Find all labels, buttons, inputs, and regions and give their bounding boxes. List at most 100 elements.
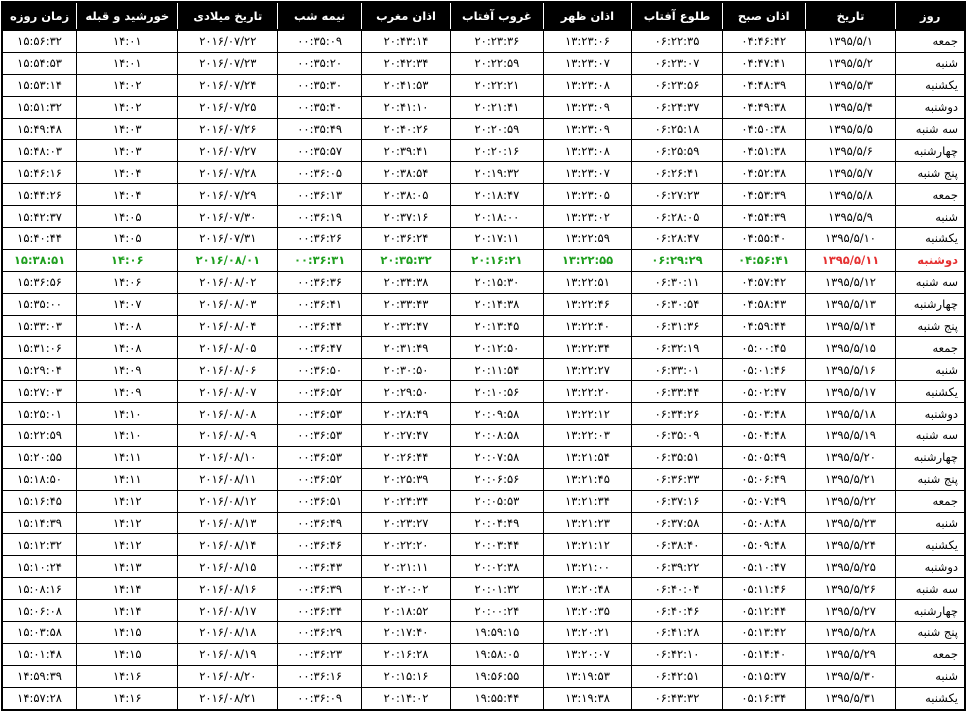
cell-sunrise: ۰۶:۳۵:۰۹: [631, 424, 723, 447]
cell-day-length: ۱۵:۲۷:۰۳: [1, 380, 78, 404]
cell-maghrib: ۲۰:۳۲:۴۷: [360, 314, 452, 338]
cell-midnight: ۰۰:۳۵:۵۷: [277, 139, 362, 163]
cell-sunset: ۲۰:۲۲:۲۱: [450, 73, 544, 97]
table-row: پنج شنبه ۱۳۹۵/۵/۲۸ ۰۵:۱۳:۴۲ ۰۶:۴۱:۲۸ ۱۳:۲۰:۲…: [1, 621, 966, 644]
cell-maghrib: ۲۰:۳۶:۲۴: [360, 227, 452, 250]
table-body: جمعه ۱۳۹۵/۵/۱ ۰۴:۴۶:۴۲ ۰۶:۲۲:۳۵ ۱۳:۲۳:۰۶ ۲۰:۲…: [1, 29, 966, 711]
cell-day: شنبه: [895, 51, 966, 75]
cell-sunrise: ۰۶:۴۰:۴۶: [631, 599, 723, 623]
cell-maghrib: ۲۰:۱۷:۴۰: [360, 621, 452, 644]
cell-gregorian-date: ۲۰۱۶/۰۷/۲۸: [177, 161, 279, 185]
cell-day: دوشنبه: [895, 248, 966, 272]
cell-sunset: ۲۰:۲۲:۵۹: [450, 51, 544, 75]
cell-maghrib: ۲۰:۱۶:۲۸: [360, 642, 452, 666]
cell-gregorian-date: ۲۰۱۶/۰۸/۲۱: [177, 686, 279, 711]
table-row: یکشنبه ۱۳۹۵/۵/۲۴ ۰۵:۰۹:۴۸ ۰۶:۳۸:۴۰ ۱۳:۲۱:۱۲ ۲…: [1, 533, 966, 557]
cell-maghrib: ۲۰:۴۳:۱۴: [360, 29, 452, 53]
cell-qibla-sun: ۱۴:۰۷: [76, 292, 179, 316]
cell-day: سه شنبه: [895, 424, 966, 447]
col-header-gregorian-date: تاریخ میلادی: [177, 2, 278, 31]
cell-fajr: ۰۴:۵۲:۳۸: [721, 161, 806, 185]
cell-solar-date: ۱۳۹۵/۵/۱۰: [804, 227, 897, 250]
cell-day: چهارشنبه: [895, 599, 966, 623]
cell-dhuhr: ۱۳:۲۲:۵۵: [542, 248, 633, 272]
cell-solar-date: ۱۳۹۵/۵/۲۵: [804, 555, 897, 579]
table-row: یکشنبه ۱۳۹۵/۵/۳۱ ۰۵:۱۶:۳۴ ۰۶:۴۳:۳۲ ۱۳:۱۹:۳۸ ۱…: [1, 686, 966, 711]
table-row: دوشنبه ۱۳۹۵/۵/۱۸ ۰۵:۰۳:۴۸ ۰۶:۳۴:۲۶ ۱۳:۲۲:۱۲ ۲…: [1, 402, 966, 426]
cell-qibla-sun: ۱۴:۱۲: [76, 533, 179, 557]
cell-dhuhr: ۱۳:۲۲:۴۰: [542, 314, 633, 338]
cell-midnight: ۰۰:۳۶:۴۶: [277, 533, 362, 557]
cell-qibla-sun: ۱۴:۱۳: [76, 555, 179, 579]
cell-fajr: ۰۵:۱۴:۴۰: [721, 642, 806, 666]
cell-fajr: ۰۵:۰۰:۴۵: [721, 336, 806, 360]
cell-solar-date: ۱۳۹۵/۵/۱۳: [804, 292, 897, 316]
table-row: جمعه ۱۳۹۵/۵/۲۲ ۰۵:۰۷:۴۹ ۰۶:۳۷:۱۶ ۱۳:۲۱:۳۴ ۲۰:…: [1, 489, 966, 513]
cell-qibla-sun: ۱۴:۰۴: [76, 183, 179, 207]
cell-sunrise: ۰۶:۳۳:۰۱: [631, 358, 723, 382]
cell-day-length: ۱۵:۱۶:۴۵: [1, 489, 78, 513]
cell-fajr: ۰۵:۰۷:۴۹: [721, 489, 806, 513]
cell-gregorian-date: ۲۰۱۶/۰۸/۰۴: [177, 314, 279, 338]
cell-sunrise: ۰۶:۲۷:۲۳: [631, 183, 723, 207]
cell-fajr: ۰۵:۰۱:۴۶: [721, 358, 806, 382]
cell-gregorian-date: ۲۰۱۶/۰۷/۲۳: [177, 51, 279, 75]
cell-day-length: ۱۵:۵۴:۵۳: [1, 51, 78, 75]
cell-sunrise: ۰۶:۲۸:۰۵: [631, 205, 723, 229]
cell-dhuhr: ۱۳:۲۱:۵۴: [542, 445, 633, 469]
cell-gregorian-date: ۲۰۱۶/۰۸/۱۷: [177, 599, 279, 623]
cell-qibla-sun: ۱۴:۱۲: [76, 489, 179, 513]
cell-sunset: ۲۰:۱۶:۲۱: [450, 248, 544, 272]
cell-midnight: ۰۰:۳۶:۵۰: [277, 358, 362, 382]
cell-sunset: ۲۰:۱۰:۵۶: [450, 380, 544, 404]
cell-sunset: ۲۰:۱۲:۵۰: [450, 336, 544, 360]
cell-qibla-sun: ۱۴:۰۸: [76, 314, 179, 338]
cell-solar-date: ۱۳۹۵/۵/۳۱: [804, 686, 897, 711]
cell-day-length: ۱۵:۲۵:۰۱: [1, 402, 78, 426]
cell-sunset: ۲۰:۲۰:۵۹: [450, 117, 544, 141]
cell-dhuhr: ۱۳:۲۱:۴۵: [542, 467, 633, 491]
cell-solar-date: ۱۳۹۵/۵/۱۱: [804, 248, 897, 272]
cell-solar-date: ۱۳۹۵/۵/۵: [804, 117, 897, 141]
cell-midnight: ۰۰:۳۶:۵۲: [277, 380, 362, 404]
cell-sunrise: ۰۶:۲۵:۱۸: [631, 117, 723, 141]
cell-day-length: ۱۵:۱۰:۲۴: [1, 555, 78, 579]
cell-sunrise: ۰۶:۳۰:۵۴: [631, 292, 723, 316]
cell-dhuhr: ۱۳:۲۱:۳۴: [542, 489, 633, 513]
cell-gregorian-date: ۲۰۱۶/۰۸/۰۷: [177, 380, 279, 404]
table-header-row: روز تاریخ اذان صبح طلوع آفتاب اذان ظهر غ…: [2, 2, 965, 31]
cell-day-length: ۱۵:۳۸:۵۱: [1, 248, 78, 272]
cell-qibla-sun: ۱۴:۰۴: [76, 161, 179, 185]
cell-day: شنبه: [895, 664, 966, 688]
cell-maghrib: ۲۰:۴۱:۱۰: [360, 95, 452, 119]
cell-fajr: ۰۵:۰۲:۴۷: [721, 380, 806, 404]
cell-qibla-sun: ۱۴:۰۶: [76, 270, 179, 294]
cell-midnight: ۰۰:۳۶:۱۳: [277, 183, 362, 207]
cell-qibla-sun: ۱۴:۰۱: [76, 51, 179, 75]
cell-midnight: ۰۰:۳۶:۲۳: [277, 642, 362, 666]
cell-midnight: ۰۰:۳۶:۰۹: [277, 686, 362, 711]
col-header-solar-date: تاریخ: [804, 2, 896, 31]
cell-qibla-sun: ۱۴:۰۳: [76, 139, 179, 163]
table-row: شنبه ۱۳۹۵/۵/۲ ۰۴:۴۷:۴۱ ۰۶:۲۳:۰۷ ۱۳:۲۳:۰۷ ۲۰:۲…: [1, 51, 966, 75]
cell-day-length: ۱۵:۳۳:۰۳: [1, 314, 78, 338]
cell-gregorian-date: ۲۰۱۶/۰۸/۱۲: [177, 489, 279, 513]
cell-maghrib: ۲۰:۱۴:۰۲: [360, 686, 452, 711]
cell-gregorian-date: ۲۰۱۶/۰۸/۱۴: [177, 533, 279, 557]
table-row: شنبه ۱۳۹۵/۵/۱۶ ۰۵:۰۱:۴۶ ۰۶:۳۳:۰۱ ۱۳:۲۲:۲۷ ۲۰:…: [1, 358, 966, 382]
cell-sunset: ۲۰:۰۷:۵۸: [450, 445, 544, 469]
cell-sunset: ۲۰:۰۴:۴۹: [450, 511, 544, 535]
cell-midnight: ۰۰:۳۶:۳۹: [277, 577, 362, 601]
cell-gregorian-date: ۲۰۱۶/۰۸/۱۱: [177, 467, 279, 491]
cell-fajr: ۰۴:۵۴:۳۹: [721, 205, 806, 229]
cell-dhuhr: ۱۳:۲۱:۰۰: [542, 555, 633, 579]
cell-maghrib: ۲۰:۲۱:۱۱: [360, 555, 452, 579]
table-row: جمعه ۱۳۹۵/۵/۸ ۰۴:۵۳:۳۹ ۰۶:۲۷:۲۳ ۱۳:۲۳:۰۵ ۲۰:۱…: [1, 183, 966, 207]
cell-fajr: ۰۵:۱۲:۴۴: [721, 599, 806, 623]
cell-sunrise: ۰۶:۳۷:۱۶: [631, 489, 723, 513]
cell-solar-date: ۱۳۹۵/۵/۲۳: [804, 511, 897, 535]
table-row: جمعه ۱۳۹۵/۵/۲۹ ۰۵:۱۴:۴۰ ۰۶:۴۲:۱۰ ۱۳:۲۰:۰۷ ۱۹:…: [1, 642, 966, 666]
cell-qibla-sun: ۱۴:۱۶: [76, 664, 179, 688]
cell-fajr: ۰۴:۵۱:۳۸: [721, 139, 806, 163]
cell-day: سه شنبه: [895, 577, 966, 601]
